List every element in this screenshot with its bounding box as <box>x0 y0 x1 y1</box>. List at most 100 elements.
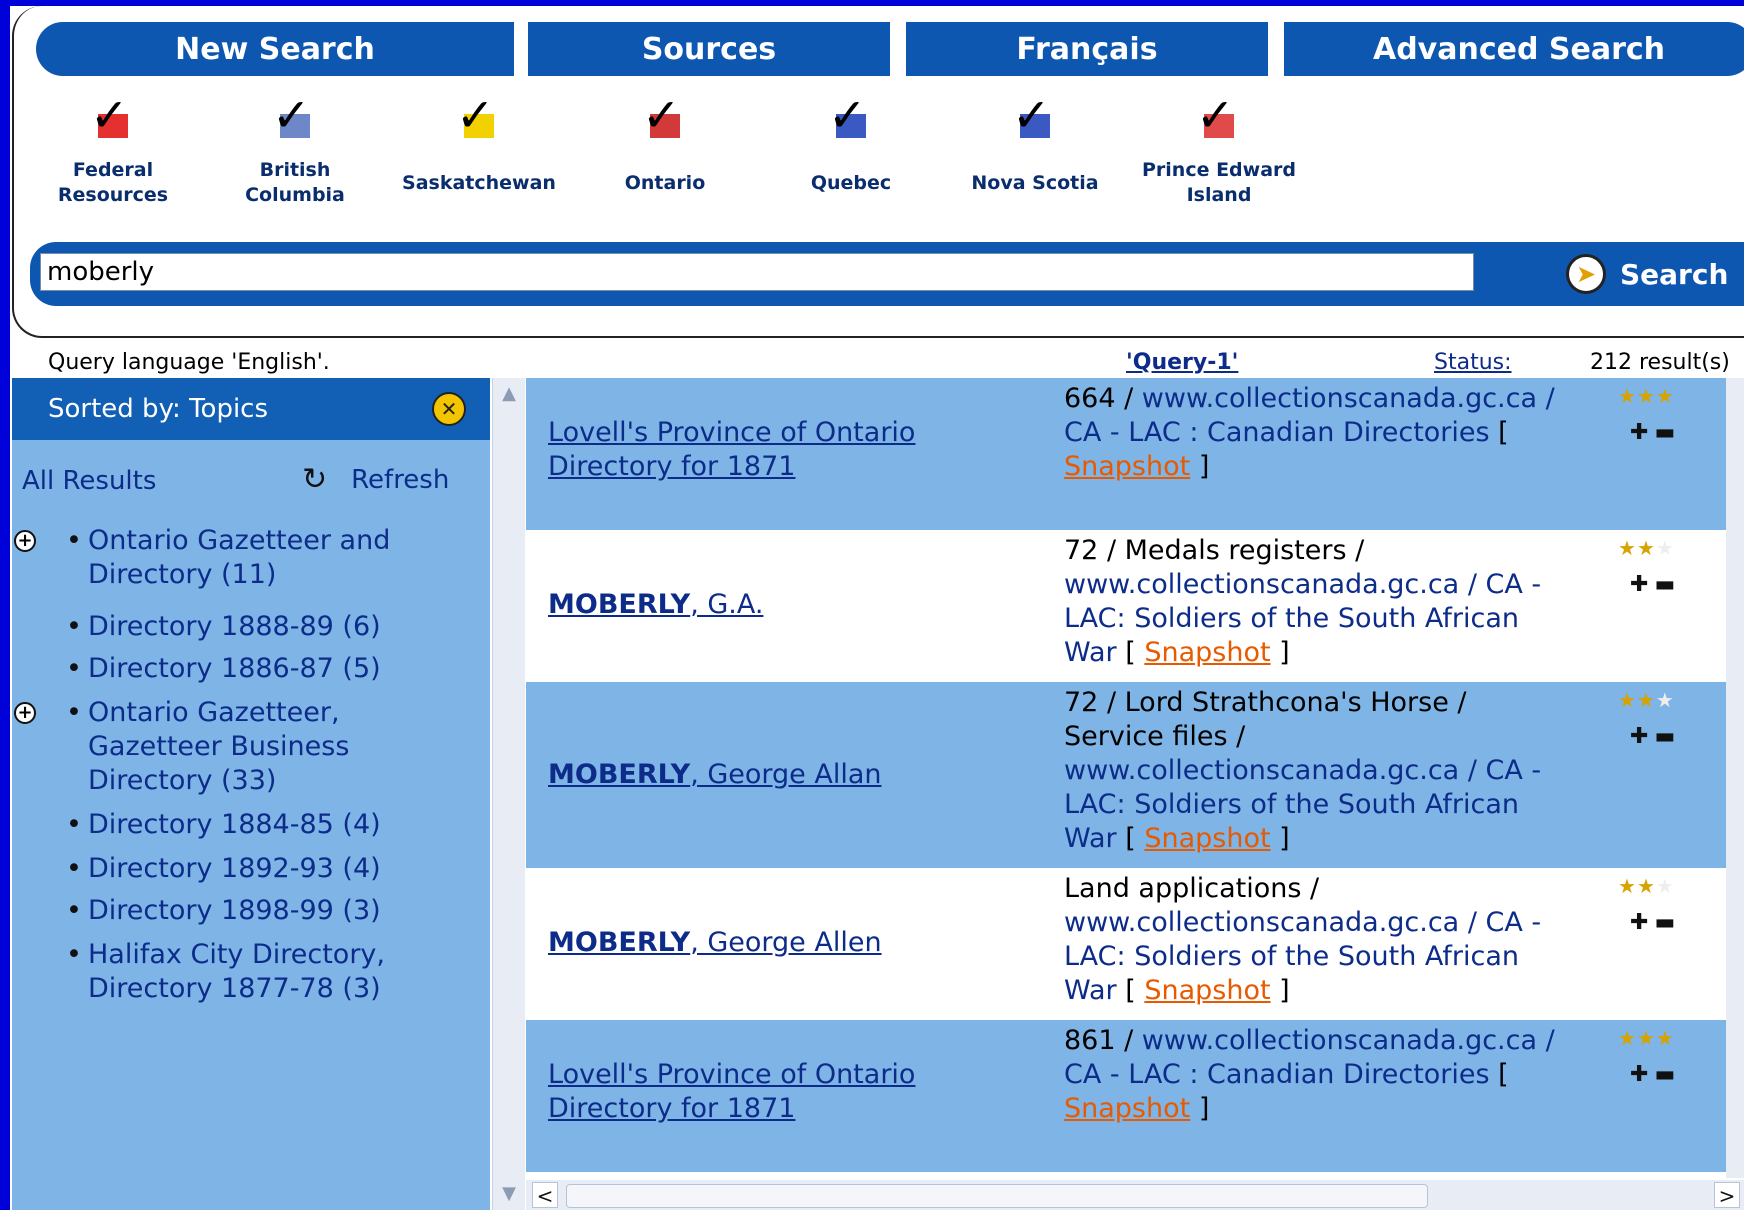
star-icon: ★ <box>1655 688 1675 712</box>
checkmark-icon: ✓ <box>456 88 495 142</box>
topic-item[interactable]: • Halifax City Directory, Directory 1877-… <box>66 938 468 1006</box>
sorted-by-label: Sorted by: Topics <box>48 394 269 424</box>
plus-icon[interactable]: ✚ <box>1630 420 1648 445</box>
snapshot-link[interactable]: Snapshot <box>1144 823 1270 854</box>
sidebar-scrollbar[interactable]: ▲ ▼ <box>492 378 525 1210</box>
province-prince-edward-island[interactable]: ✓ Prince Edward Island <box>1134 92 1304 220</box>
francais-tab[interactable]: Français <box>906 22 1268 76</box>
minus-icon[interactable]: ▬ <box>1654 420 1675 445</box>
result-info: 72 / Lord Strathcona's Horse / Service f… <box>1064 687 1542 854</box>
rating-controls: ✚ ▬ <box>1630 572 1681 597</box>
province-flag-icon: ✓ <box>272 92 316 140</box>
query-name-link[interactable]: 'Query-1' <box>1126 350 1238 375</box>
snapshot-link[interactable]: Snapshot <box>1144 975 1270 1006</box>
scroll-up-icon[interactable]: ▲ <box>497 382 521 406</box>
rating-controls: ✚ ▬ <box>1630 1062 1681 1087</box>
checkmark-icon: ✓ <box>1012 88 1051 142</box>
snapshot-link[interactable]: Snapshot <box>1144 637 1270 668</box>
topic-item[interactable]: • Directory 1898-99 (3) <box>66 894 468 928</box>
scrollbar-thumb[interactable] <box>566 1184 1428 1208</box>
sort-header: Sorted by: Topics ✕ <box>12 378 490 440</box>
result-row: MOBERLY, G.A. 72 / Medals registers / www… <box>526 530 1726 682</box>
province-flag-icon: ✓ <box>456 92 500 140</box>
province-flag-icon: ✓ <box>828 92 872 140</box>
province-flag-icon: ✓ <box>90 92 134 140</box>
close-icon[interactable]: ✕ <box>432 392 466 426</box>
star-icon: ★ <box>1636 384 1656 408</box>
rating-controls: ✚ ▬ <box>1630 420 1681 445</box>
result-title-link[interactable]: MOBERLY, George Allan <box>548 758 1008 792</box>
minus-icon[interactable]: ▬ <box>1654 572 1675 597</box>
result-row: MOBERLY, George Allen Land applications /… <box>526 868 1726 1020</box>
search-button-label: Search <box>1620 257 1729 291</box>
province-nova-scotia[interactable]: ✓ Nova Scotia <box>950 92 1120 220</box>
scroll-left-icon[interactable]: < <box>532 1182 558 1208</box>
scroll-down-icon[interactable]: ▼ <box>497 1182 521 1206</box>
topic-item[interactable]: • Ontario Gazetteer and Directory (11) <box>66 524 468 592</box>
province-label: Prince Edward Island <box>1141 159 1297 206</box>
snapshot-link[interactable]: Snapshot <box>1064 1093 1190 1124</box>
topic-item[interactable]: • Directory 1888-89 (6) <box>66 610 468 644</box>
result-info: 861 / www.collectionscanada.gc.ca / CA -… <box>1064 1025 1555 1124</box>
province-flag-icon: ✓ <box>642 92 686 140</box>
topic-item[interactable]: • Directory 1886-87 (5) <box>66 652 468 686</box>
refresh-button[interactable]: ↻ Refresh <box>302 462 449 497</box>
result-info: 72 / Medals registers / www.collectionsc… <box>1064 535 1542 668</box>
star-icon: ★ <box>1636 536 1656 560</box>
plus-icon[interactable]: ✚ <box>1630 910 1648 935</box>
result-count: 212 result(s) <box>1590 350 1730 375</box>
minus-icon[interactable]: ▬ <box>1654 1062 1675 1087</box>
expand-icon[interactable]: + <box>14 530 36 552</box>
checkmark-icon: ✓ <box>90 88 129 142</box>
result-title-link[interactable]: MOBERLY, George Allen <box>548 926 1008 960</box>
advanced-search-tab[interactable]: Advanced Search <box>1284 22 1744 76</box>
star-icon: ★ <box>1655 874 1675 898</box>
plus-icon[interactable]: ✚ <box>1630 724 1648 749</box>
star-icon: ★ <box>1655 536 1675 560</box>
province-saskatchewan[interactable]: ✓ Saskatchewan <box>394 92 564 220</box>
topic-item[interactable]: • Directory 1892-93 (4) <box>66 852 468 886</box>
province-quebec[interactable]: ✓ Quebec <box>766 92 936 220</box>
rating-stars: ★★★ <box>1618 688 1675 712</box>
province-federal-resources[interactable]: ✓ Federal Resources <box>28 92 198 220</box>
sources-tab[interactable]: Sources <box>528 22 890 76</box>
province-label: Nova Scotia <box>971 171 1099 194</box>
all-results-link[interactable]: All Results <box>22 466 156 496</box>
checkmark-icon: ✓ <box>828 88 867 142</box>
result-row: Lovell's Province of Ontario Directory f… <box>526 1020 1726 1172</box>
results-vertical-scrollbar[interactable] <box>1726 378 1744 1178</box>
minus-icon[interactable]: ▬ <box>1654 910 1675 935</box>
star-icon: ★ <box>1618 1026 1637 1050</box>
checkmark-icon: ✓ <box>272 88 311 142</box>
topic-item[interactable]: • Directory 1884-85 (4) <box>66 808 468 842</box>
scroll-right-icon[interactable]: > <box>1714 1182 1740 1208</box>
minus-icon[interactable]: ▬ <box>1654 724 1675 749</box>
star-icon: ★ <box>1636 688 1656 712</box>
new-search-tab[interactable]: New Search <box>36 22 514 76</box>
province-label: British Columbia <box>245 159 345 206</box>
result-title-link[interactable]: MOBERLY, G.A. <box>548 588 1008 622</box>
search-input[interactable] <box>40 253 1474 291</box>
plus-icon[interactable]: ✚ <box>1630 1062 1648 1087</box>
results-horizontal-scrollbar[interactable]: < > <box>526 1180 1744 1210</box>
search-button[interactable]: ➤ Search <box>1566 248 1744 300</box>
expand-icon[interactable]: + <box>14 702 36 724</box>
province-ontario[interactable]: ✓ Ontario <box>580 92 750 220</box>
star-icon: ★ <box>1636 874 1656 898</box>
plus-icon[interactable]: ✚ <box>1630 572 1648 597</box>
result-row: MOBERLY, George Allan 72 / Lord Strathcon… <box>526 682 1726 868</box>
results-list: Lovell's Province of Ontario Directory f… <box>526 378 1726 1178</box>
province-flag-icon: ✓ <box>1196 92 1240 140</box>
status-link[interactable]: Status: <box>1434 350 1512 375</box>
province-british-columbia[interactable]: ✓ British Columbia <box>210 92 380 220</box>
province-label: Quebec <box>810 171 892 194</box>
rating-stars: ★★★ <box>1618 874 1675 898</box>
result-title-link[interactable]: Lovell's Province of Ontario Directory f… <box>548 416 1008 484</box>
checkmark-icon: ✓ <box>1196 88 1235 142</box>
topic-item[interactable]: • Ontario Gazetteer, Gazetteer Business D… <box>66 696 468 798</box>
star-icon: ★ <box>1655 1026 1675 1050</box>
result-title-link[interactable]: Lovell's Province of Ontario Directory f… <box>548 1058 1008 1126</box>
province-flag-icon: ✓ <box>1012 92 1056 140</box>
snapshot-link[interactable]: Snapshot <box>1064 451 1190 482</box>
star-icon: ★ <box>1618 688 1637 712</box>
